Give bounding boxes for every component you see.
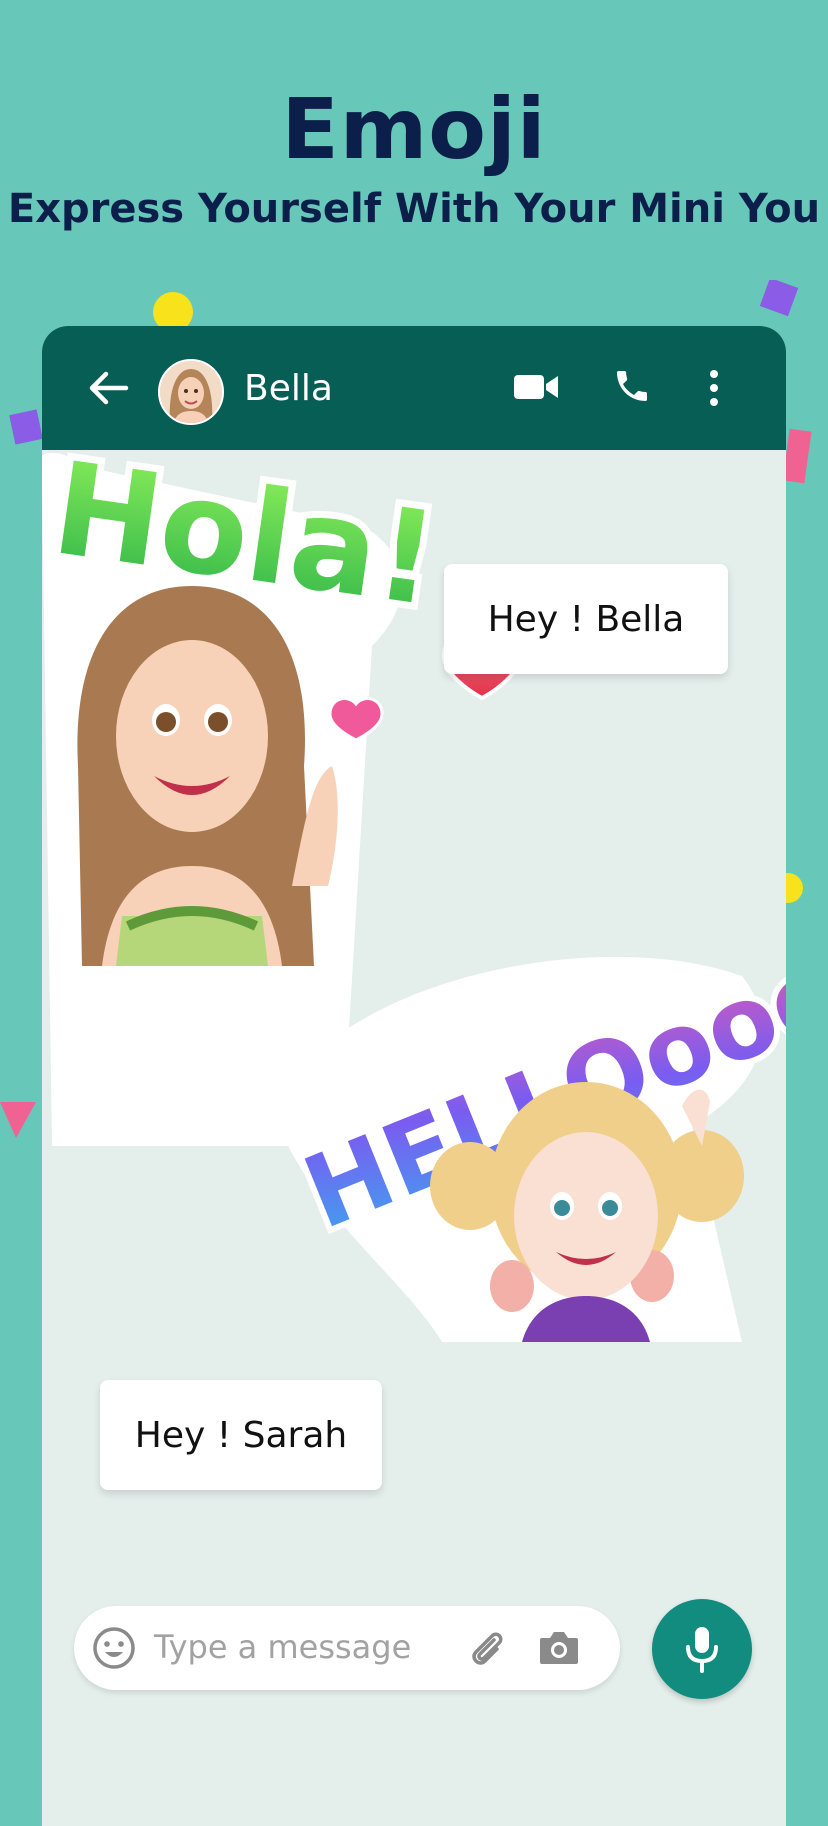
- hero-title: Emoji: [281, 80, 547, 178]
- camera-icon[interactable]: [538, 1628, 580, 1670]
- mic-button[interactable]: [652, 1599, 752, 1699]
- message-text: Hey ! Sarah: [134, 1414, 348, 1456]
- hero-subtitle: Express Yourself With Your Mini You: [7, 186, 821, 232]
- message-bubble-incoming[interactable]: Hey ! Sarah: [100, 1380, 382, 1490]
- message-composer[interactable]: Type a message: [74, 1606, 620, 1690]
- attach-icon[interactable]: [464, 1626, 508, 1674]
- emoji-icon[interactable]: [92, 1626, 136, 1674]
- message-input[interactable]: Type a message: [154, 1628, 411, 1666]
- mic-icon: [686, 1627, 718, 1673]
- message-bubble-outgoing[interactable]: Hey ! Bella: [444, 564, 728, 674]
- chat-window: Bella Hola! HELLOooo Hey ! Bella Hey ! S…: [42, 326, 786, 1826]
- message-text: Hey ! Bella: [487, 598, 685, 640]
